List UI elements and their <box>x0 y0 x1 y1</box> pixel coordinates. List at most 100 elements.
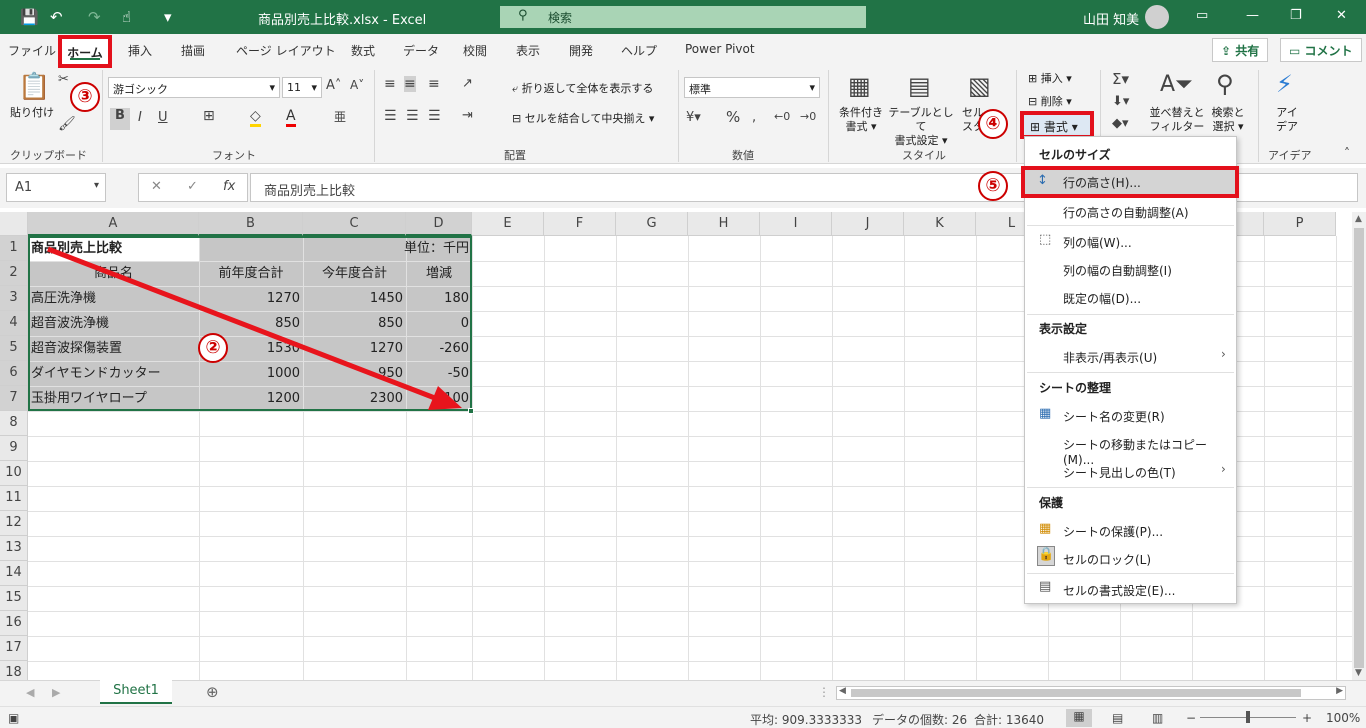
bold-icon[interactable]: B <box>110 108 130 130</box>
normal-view-icon[interactable]: ▦ <box>1066 709 1092 727</box>
column-header-i[interactable]: I <box>760 212 832 236</box>
format-as-table-button[interactable]: テーブルとして 書式設定 ▾ <box>888 106 954 148</box>
comment-button[interactable]: ▭ コメント <box>1280 38 1362 62</box>
align-center-icon[interactable]: ☰ <box>406 108 419 124</box>
format-button[interactable]: ⊞ 書式 ▾ <box>1020 111 1094 139</box>
tab-developer[interactable]: 開発 <box>569 42 593 59</box>
scroll-right-icon[interactable]: ▶ <box>1336 686 1343 696</box>
row-header[interactable]: 8 <box>0 411 28 436</box>
fill-icon[interactable]: ⬇▾ <box>1112 94 1129 109</box>
clear-icon[interactable]: ◆▾ <box>1112 116 1129 131</box>
column-header-g[interactable]: G <box>616 212 688 236</box>
column-header-k[interactable]: K <box>904 212 976 236</box>
row-header[interactable]: 16 <box>0 611 28 636</box>
merge-center-button[interactable]: ⊟ セルを結合して中央揃え ▾ <box>512 112 654 126</box>
scroll-up-icon[interactable]: ▲ <box>1355 214 1362 224</box>
align-bottom-icon[interactable]: ≡ <box>428 76 440 92</box>
row-header[interactable]: 12 <box>0 511 28 536</box>
zoom-in-icon[interactable]: + <box>1302 711 1312 725</box>
cancel-icon[interactable]: ✕ <box>151 179 162 194</box>
tab-draw[interactable]: 描画 <box>181 42 205 59</box>
row-header[interactable]: 15 <box>0 586 28 611</box>
column-header-j[interactable]: J <box>832 212 904 236</box>
search-input[interactable]: ⚲ 検索 <box>500 6 866 28</box>
menu-item-protect-sheet[interactable]: シートの保護(P)... <box>1063 523 1163 540</box>
touch-mode-icon[interactable]: ☝ <box>122 8 131 26</box>
select-all-corner[interactable] <box>0 212 28 236</box>
fill-color-icon[interactable]: ◇ <box>250 108 261 127</box>
decrease-font-icon[interactable]: A˅ <box>350 78 364 92</box>
row-header[interactable]: 9 <box>0 436 28 461</box>
avatar[interactable] <box>1145 5 1169 29</box>
menu-item-default-width[interactable]: 既定の幅(D)... <box>1063 290 1141 307</box>
tab-power-pivot[interactable]: Power Pivot <box>685 42 755 56</box>
save-icon[interactable]: 💾 <box>20 8 39 26</box>
indent-icon[interactable]: ⇥ <box>462 108 473 123</box>
row-header[interactable]: 18 <box>0 661 28 680</box>
font-color-icon[interactable]: A <box>286 108 296 127</box>
tab-help[interactable]: ヘルプ <box>621 42 657 59</box>
prev-sheet-icon[interactable]: ◀ <box>26 686 34 699</box>
close-icon[interactable]: ✕ <box>1336 8 1347 23</box>
format-as-table-icon[interactable]: ▤ <box>908 72 931 100</box>
tab-data[interactable]: データ <box>403 42 439 59</box>
menu-item-hide-unhide[interactable]: 非表示/再表示(U) <box>1063 349 1157 366</box>
conditional-format-icon[interactable]: ▦ <box>848 72 871 100</box>
next-sheet-icon[interactable]: ▶ <box>52 686 60 699</box>
column-header-d[interactable]: D <box>406 212 472 236</box>
tab-view[interactable]: 表示 <box>516 42 540 59</box>
column-header-b[interactable]: B <box>199 212 303 236</box>
conditional-format-button[interactable]: 条件付き 書式 ▾ <box>838 106 884 134</box>
ideas-button[interactable]: アイ デア <box>1276 106 1298 134</box>
menu-item-row-height[interactable]: ↕ 行の高さ(H)... <box>1021 166 1239 198</box>
row-header[interactable]: 7 <box>0 386 28 411</box>
tab-home[interactable]: ホーム <box>58 35 112 68</box>
scroll-thumb[interactable] <box>851 689 1301 697</box>
paste-label[interactable]: 貼り付け <box>10 106 54 120</box>
zoom-slider-thumb[interactable] <box>1246 711 1250 723</box>
find-select-button[interactable]: 検索と 選択 ▾ <box>1208 106 1248 134</box>
phonetic-icon[interactable]: 亜 <box>334 108 346 125</box>
insert-cells-button[interactable]: ⊞ 挿入 ▾ <box>1028 72 1072 86</box>
cell-styles-icon[interactable]: ▧ <box>968 72 991 100</box>
scroll-down-icon[interactable]: ▼ <box>1355 668 1362 678</box>
share-button[interactable]: ⇪ 共有 <box>1212 38 1269 62</box>
decrease-decimal-icon[interactable]: →0 <box>800 110 816 123</box>
column-header-a[interactable]: A <box>28 212 199 236</box>
align-top-icon[interactable]: ≡ <box>384 76 396 92</box>
insert-function-icon[interactable]: fx <box>223 179 235 194</box>
column-header-c[interactable]: C <box>303 212 406 236</box>
ideas-icon[interactable]: ⚡ <box>1276 70 1293 98</box>
column-header-f[interactable]: F <box>544 212 616 236</box>
tab-insert[interactable]: 挿入 <box>128 42 152 59</box>
row-header[interactable]: 5 <box>0 336 28 361</box>
page-break-view-icon[interactable]: ▥ <box>1152 711 1163 725</box>
restore-icon[interactable]: ❐ <box>1290 8 1302 23</box>
orientation-icon[interactable]: ↗ <box>462 76 473 91</box>
scroll-thumb[interactable] <box>1354 228 1364 668</box>
align-right-icon[interactable]: ☰ <box>428 108 441 124</box>
font-name-select[interactable]: 游ゴシック ▾ <box>108 77 280 98</box>
row-header[interactable]: 10 <box>0 461 28 486</box>
tab-page-layout[interactable]: ページ レイアウト <box>236 42 336 59</box>
row-header[interactable]: 6 <box>0 361 28 386</box>
row-header[interactable]: 4 <box>0 311 28 336</box>
menu-item-tab-color[interactable]: シート見出しの色(T) <box>1063 464 1176 481</box>
format-painter-icon[interactable]: 🖌 <box>58 116 76 132</box>
collapse-ribbon-icon[interactable]: ˄ <box>1344 146 1350 160</box>
row-header[interactable]: 3 <box>0 286 28 311</box>
customize-qat-icon[interactable]: ▾ <box>164 8 172 26</box>
column-header-p[interactable]: P <box>1264 212 1336 236</box>
paste-icon[interactable]: 📋 <box>18 72 50 102</box>
percent-icon[interactable]: % <box>726 108 740 126</box>
increase-font-icon[interactable]: A˄ <box>326 78 341 93</box>
ribbon-display-icon[interactable]: ▭ <box>1196 8 1208 23</box>
menu-item-format-cells[interactable]: セルの書式設定(E)... <box>1063 582 1175 599</box>
page-layout-view-icon[interactable]: ▤ <box>1112 711 1123 725</box>
undo-icon[interactable]: ↶ <box>50 8 63 26</box>
menu-item-lock-cell[interactable]: セルのロック(L) <box>1063 551 1151 568</box>
comma-icon[interactable]: , <box>752 110 756 125</box>
scroll-left-icon[interactable]: ◀ <box>839 686 846 696</box>
row-header[interactable]: 1 <box>0 236 28 261</box>
cut-icon[interactable]: ✂ <box>58 72 69 87</box>
